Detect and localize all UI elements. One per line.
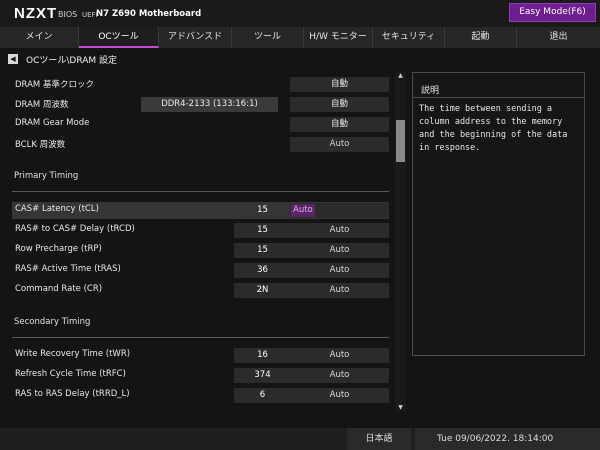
scrollbar-thumb[interactable] — [396, 120, 405, 162]
setting-label: CAS# Latency (tCL) — [15, 204, 99, 214]
setting-label: RAS# Active Time (tRAS) — [15, 264, 121, 274]
tcl-value-field[interactable]: 15 — [234, 203, 291, 218]
main-tabs: メイン OCツール アドバンスド ツール H/W モニター セキュリティ 起動 … — [0, 27, 600, 48]
tab-tools[interactable]: ツール — [232, 27, 304, 48]
command-rate-value-field[interactable]: 2N — [234, 283, 291, 298]
trcd-auto-field[interactable]: Auto — [290, 223, 389, 238]
dram-gear-mode-select[interactable]: 自動 — [290, 117, 389, 132]
breadcrumb-path: OCツール\DRAM 設定 — [26, 55, 118, 66]
header-bar: NZXT BIOS UEFI N7 Z690 Motherboard Easy … — [0, 0, 600, 27]
setting-label: Write Recovery Time (tWR) — [15, 349, 131, 359]
tab-hw-monitor[interactable]: H/W モニター — [304, 27, 373, 48]
language-selector[interactable]: 日本語 — [347, 428, 411, 450]
setting-label: RAS to RAS Delay (tRRD_L) — [15, 389, 130, 399]
twr-value-field[interactable]: 16 — [234, 348, 291, 363]
trp-auto-field[interactable]: Auto — [290, 243, 389, 258]
setting-row-trrd-l[interactable]: RAS to RAS Delay (tRRD_L) 6 Auto — [12, 387, 393, 404]
section-divider — [12, 337, 389, 338]
tras-auto-field[interactable]: Auto — [290, 263, 389, 278]
twr-auto-field[interactable]: Auto — [290, 348, 389, 363]
trfc-auto-field[interactable]: Auto — [290, 368, 389, 383]
setting-label: RAS# to CAS# Delay (tRCD) — [15, 224, 135, 234]
help-panel: 説明 The time between sending a column add… — [412, 72, 585, 356]
section-divider — [12, 191, 389, 192]
footer-bar: 日本語 Tue 09/06/2022. 18:14:00 — [0, 428, 600, 450]
trp-value-field[interactable]: 15 — [234, 243, 291, 258]
setting-row-tcl[interactable]: CAS# Latency (tCL) 15 Auto — [12, 202, 389, 219]
tab-boot[interactable]: 起動 — [445, 27, 517, 48]
tab-exit[interactable]: 退出 — [517, 27, 600, 48]
setting-label: Refresh Cycle Time (tRFC) — [15, 369, 126, 379]
dram-ref-clock-select[interactable]: 自動 — [290, 77, 389, 92]
setting-row-command-rate[interactable]: Command Rate (CR) 2N Auto — [12, 282, 393, 299]
help-divider — [413, 97, 584, 98]
bios-label: BIOS — [58, 10, 78, 19]
triangle-down-icon[interactable]: ▼ — [395, 404, 406, 412]
setting-row-dram-gear-mode[interactable]: DRAM Gear Mode 自動 — [12, 116, 393, 133]
help-title: 説明 — [421, 86, 440, 96]
trfc-value-field[interactable]: 374 — [234, 368, 291, 383]
help-description: The time between sending a column addres… — [419, 104, 568, 153]
dram-frequency-select[interactable]: 自動 — [290, 97, 389, 112]
settings-scrollbar[interactable]: ▲ ▼ — [395, 72, 406, 412]
section-title-primary-timing: Primary Timing — [14, 171, 79, 181]
nzxt-logo: NZXT — [14, 5, 58, 22]
dram-frequency-info: DDR4-2133 (133:16:1) — [141, 97, 278, 112]
tab-oc-tools[interactable]: OCツール — [79, 27, 159, 48]
bclk-frequency-field[interactable]: Auto — [290, 137, 389, 152]
triangle-up-icon[interactable]: ▲ — [395, 72, 406, 80]
tab-security[interactable]: セキュリティ — [373, 27, 445, 48]
setting-row-trcd[interactable]: RAS# to CAS# Delay (tRCD) 15 Auto — [12, 222, 393, 239]
tab-main[interactable]: メイン — [0, 27, 79, 48]
setting-label: BCLK 周波数 — [15, 140, 66, 150]
breadcrumb: ◀ OCツール\DRAM 設定 — [8, 52, 117, 66]
setting-label: Row Precharge (tRP) — [15, 244, 102, 254]
date-time-display: Tue 09/06/2022. 18:14:00 — [415, 428, 600, 450]
setting-label: DRAM Gear Mode — [15, 118, 90, 128]
setting-label: Command Rate (CR) — [15, 284, 103, 294]
setting-row-twr[interactable]: Write Recovery Time (tWR) 16 Auto — [12, 347, 393, 364]
tras-value-field[interactable]: 36 — [234, 263, 291, 278]
section-title-secondary-timing: Secondary Timing — [14, 317, 91, 327]
setting-row-dram-ref-clock[interactable]: DRAM 基準クロック 自動 — [12, 76, 393, 93]
setting-row-bclk[interactable]: BCLK 周波数 Auto — [12, 136, 393, 153]
triangle-left-icon[interactable]: ◀ — [8, 54, 18, 64]
tcl-auto-field[interactable]: Auto — [290, 203, 389, 218]
tab-advanced[interactable]: アドバンスド — [159, 27, 232, 48]
command-rate-auto-field[interactable]: Auto — [290, 283, 389, 298]
motherboard-model: N7 Z690 Motherboard — [96, 9, 202, 19]
setting-row-trfc[interactable]: Refresh Cycle Time (tRFC) 374 Auto — [12, 367, 393, 384]
settings-list: DRAM 基準クロック 自動 DRAM 周波数 DDR4-2133 (133:1… — [0, 70, 393, 415]
setting-label: DRAM 周波数 — [15, 100, 69, 110]
setting-row-tras[interactable]: RAS# Active Time (tRAS) 36 Auto — [12, 262, 393, 279]
trrd-l-auto-field[interactable]: Auto — [290, 388, 389, 403]
setting-row-trp[interactable]: Row Precharge (tRP) 15 Auto — [12, 242, 393, 259]
setting-row-dram-frequency[interactable]: DRAM 周波数 DDR4-2133 (133:16:1) 自動 — [12, 96, 393, 113]
easy-mode-button[interactable]: Easy Mode(F6) — [509, 3, 596, 22]
setting-label: DRAM 基準クロック — [15, 80, 94, 90]
trcd-value-field[interactable]: 15 — [234, 223, 291, 238]
tcl-auto-text: Auto — [291, 204, 315, 217]
trrd-l-value-field[interactable]: 6 — [234, 388, 291, 403]
